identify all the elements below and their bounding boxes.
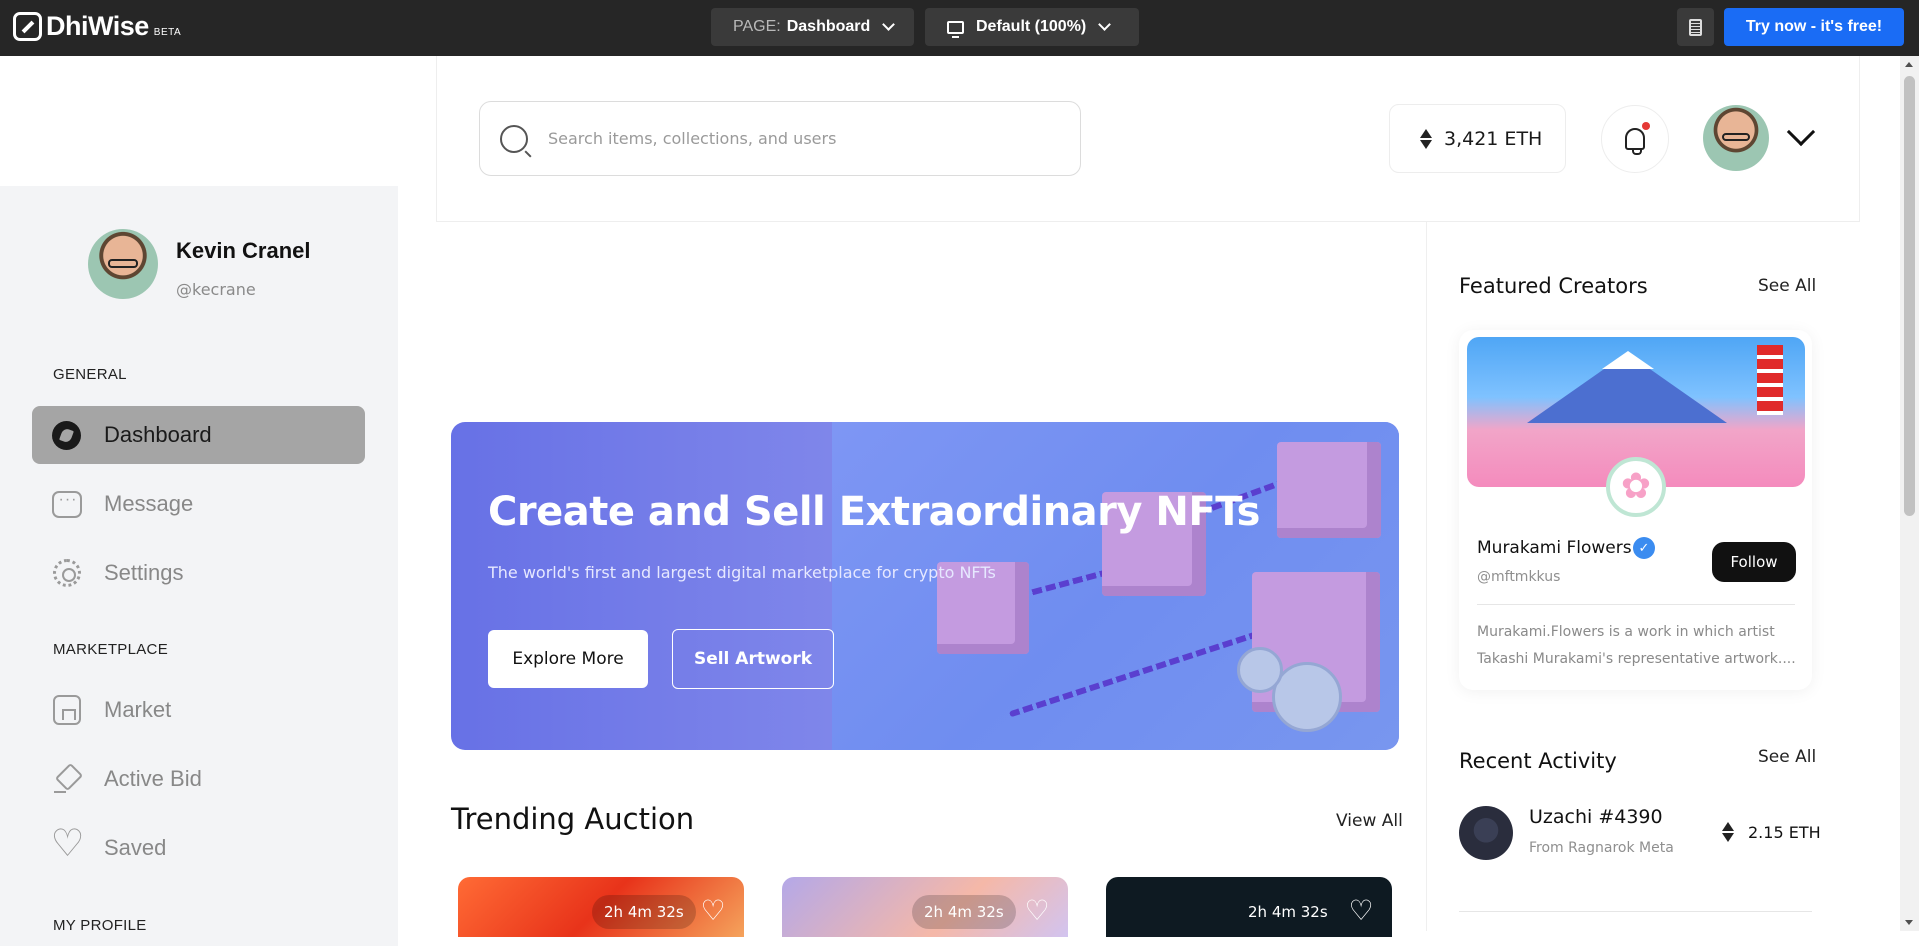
- auction-timer: 2h 4m 32s: [592, 895, 696, 929]
- dhiwise-logo[interactable]: DhiWise BETA: [13, 11, 181, 41]
- heart-icon: ♡: [1348, 894, 1374, 927]
- notification-dot: [1642, 122, 1650, 130]
- ethereum-icon: [1420, 128, 1432, 149]
- auction-card[interactable]: 2h 4m 32s ♡: [782, 877, 1068, 937]
- header-avatar[interactable]: [1703, 105, 1769, 171]
- active-bid-icon: [53, 764, 81, 794]
- activity-item-price: 2.15 ETH: [1722, 822, 1821, 842]
- page-selector-value: Dashboard: [786, 18, 871, 35]
- sidebar-item-label: Dashboard: [104, 422, 212, 447]
- docs-button[interactable]: [1677, 8, 1714, 46]
- view-all-link[interactable]: View All: [1336, 811, 1403, 831]
- hero-subtitle: The world's first and largest digital ma…: [488, 563, 996, 582]
- follow-button[interactable]: Follow: [1712, 542, 1796, 582]
- sidebar-item-label: Settings: [104, 560, 184, 585]
- pagoda-graphic: [1757, 345, 1783, 415]
- flower-icon: ✿: [1620, 466, 1652, 507]
- dhiwise-logo-icon: [13, 12, 42, 41]
- auction-timer: 2h 4m 32s: [1248, 903, 1328, 921]
- section-label-general: GENERAL: [53, 366, 127, 383]
- chevron-down-icon: [882, 18, 896, 31]
- scroll-up-arrow-icon[interactable]: [1905, 62, 1913, 67]
- hero-illustration: [832, 422, 1399, 750]
- trending-auction-title: Trending Auction: [451, 802, 695, 836]
- favorite-button[interactable]: ♡: [692, 890, 734, 932]
- activity-see-all-link[interactable]: See All: [1758, 747, 1816, 767]
- sidebar-item-saved[interactable]: Saved: [32, 819, 365, 877]
- avatar[interactable]: [88, 229, 158, 299]
- divider: [1477, 604, 1795, 605]
- search-box[interactable]: [479, 101, 1081, 176]
- scrollbar[interactable]: [1900, 56, 1919, 931]
- activity-item-source: From Ragnarok Meta: [1529, 840, 1674, 856]
- heart-icon: [51, 825, 85, 863]
- message-icon: [51, 490, 82, 518]
- ethereum-icon: [1722, 822, 1734, 842]
- viewport-selector[interactable]: Default (100%): [925, 8, 1139, 46]
- market-icon: [52, 695, 81, 725]
- try-now-button[interactable]: Try now - it's free!: [1724, 8, 1904, 46]
- sidebar-item-dashboard[interactable]: Dashboard: [32, 406, 365, 464]
- section-label-marketplace: MARKETPLACE: [53, 641, 168, 658]
- auction-card[interactable]: 2h 4m 32s ♡: [458, 877, 744, 937]
- creator-handle: @mftmkkus: [1477, 569, 1561, 585]
- heart-icon: ♡: [700, 894, 726, 927]
- sidebar-item-market[interactable]: Market: [32, 681, 365, 739]
- activity-price-value: 2.15 ETH: [1748, 822, 1821, 842]
- sidebar-item-label: Saved: [104, 835, 167, 860]
- auction-timer: 2h 4m 32s: [912, 895, 1016, 929]
- sidebar-item-label: Message: [104, 491, 194, 516]
- activity-item-name[interactable]: Uzachi #4390: [1529, 806, 1663, 828]
- snowcap-graphic: [1602, 351, 1654, 369]
- favorite-button[interactable]: ♡: [1340, 890, 1382, 932]
- sidebar-item-settings[interactable]: Settings: [32, 544, 365, 602]
- creator-description: Murakami.Flowers is a work in which arti…: [1477, 619, 1799, 673]
- document-icon: [1689, 18, 1702, 36]
- recent-activity-title: Recent Activity: [1459, 749, 1617, 773]
- logo-text: DhiWise: [46, 11, 149, 41]
- scroll-down-arrow-icon[interactable]: [1905, 920, 1913, 925]
- monitor-icon: [947, 20, 964, 38]
- dashboard-icon: [52, 420, 81, 450]
- sell-artwork-button[interactable]: Sell Artwork: [672, 629, 834, 689]
- favorite-button[interactable]: ♡: [1016, 890, 1058, 932]
- eth-balance[interactable]: 3,421 ETH: [1389, 104, 1566, 173]
- scrollbar-thumb[interactable]: [1904, 76, 1915, 516]
- hero-banner: Create and Sell Extraordinary NFTs The w…: [451, 422, 1399, 750]
- profile-handle: @kecrane: [176, 280, 256, 299]
- creator-name[interactable]: Murakami Flowers: [1477, 538, 1632, 558]
- eth-balance-value: 3,421 ETH: [1444, 127, 1543, 150]
- featured-see-all-link[interactable]: See All: [1758, 276, 1816, 296]
- viewport-selector-value: Default (100%): [976, 18, 1087, 35]
- heart-icon: ♡: [1024, 894, 1050, 927]
- profile-name: Kevin Cranel: [176, 238, 311, 263]
- divider: [1459, 911, 1812, 912]
- featured-creators-title: Featured Creators: [1459, 274, 1648, 298]
- search-input[interactable]: [548, 129, 1068, 148]
- search-icon: [500, 124, 528, 153]
- page-selector[interactable]: PAGE: Dashboard: [711, 8, 914, 46]
- settings-icon: [52, 559, 81, 587]
- auction-card[interactable]: 2h 4m 32s ♡: [1106, 877, 1392, 937]
- explore-more-button[interactable]: Explore More: [488, 630, 648, 688]
- creator-description-line: Takashi Murakami's representative artwor…: [1477, 651, 1796, 667]
- sidebar-item-message[interactable]: Message: [32, 475, 365, 533]
- hero-title: Create and Sell Extraordinary NFTs: [488, 489, 1260, 535]
- notifications-button[interactable]: [1601, 105, 1669, 173]
- coin-graphic: [1237, 647, 1283, 693]
- section-label-my-profile: MY PROFILE: [53, 917, 147, 934]
- sidebar-item-active-bid[interactable]: Active Bid: [32, 750, 365, 808]
- cube-graphic: [1277, 442, 1381, 538]
- sidebar-item-label: Active Bid: [104, 766, 202, 791]
- verified-icon: ✓: [1633, 537, 1655, 559]
- chevron-down-icon: [1098, 18, 1112, 31]
- page-selector-label: PAGE:: [733, 18, 781, 35]
- creator-avatar[interactable]: ✿: [1606, 457, 1666, 517]
- activity-avatar[interactable]: [1459, 806, 1513, 860]
- sidebar-item-label: Market: [104, 697, 172, 722]
- beta-badge: BETA: [153, 27, 182, 38]
- builder-topbar: DhiWise BETA PAGE: Dashboard Default (10…: [0, 0, 1919, 56]
- creator-description-line: Murakami.Flowers is a work in which arti…: [1477, 624, 1775, 640]
- bell-icon: [1625, 128, 1645, 155]
